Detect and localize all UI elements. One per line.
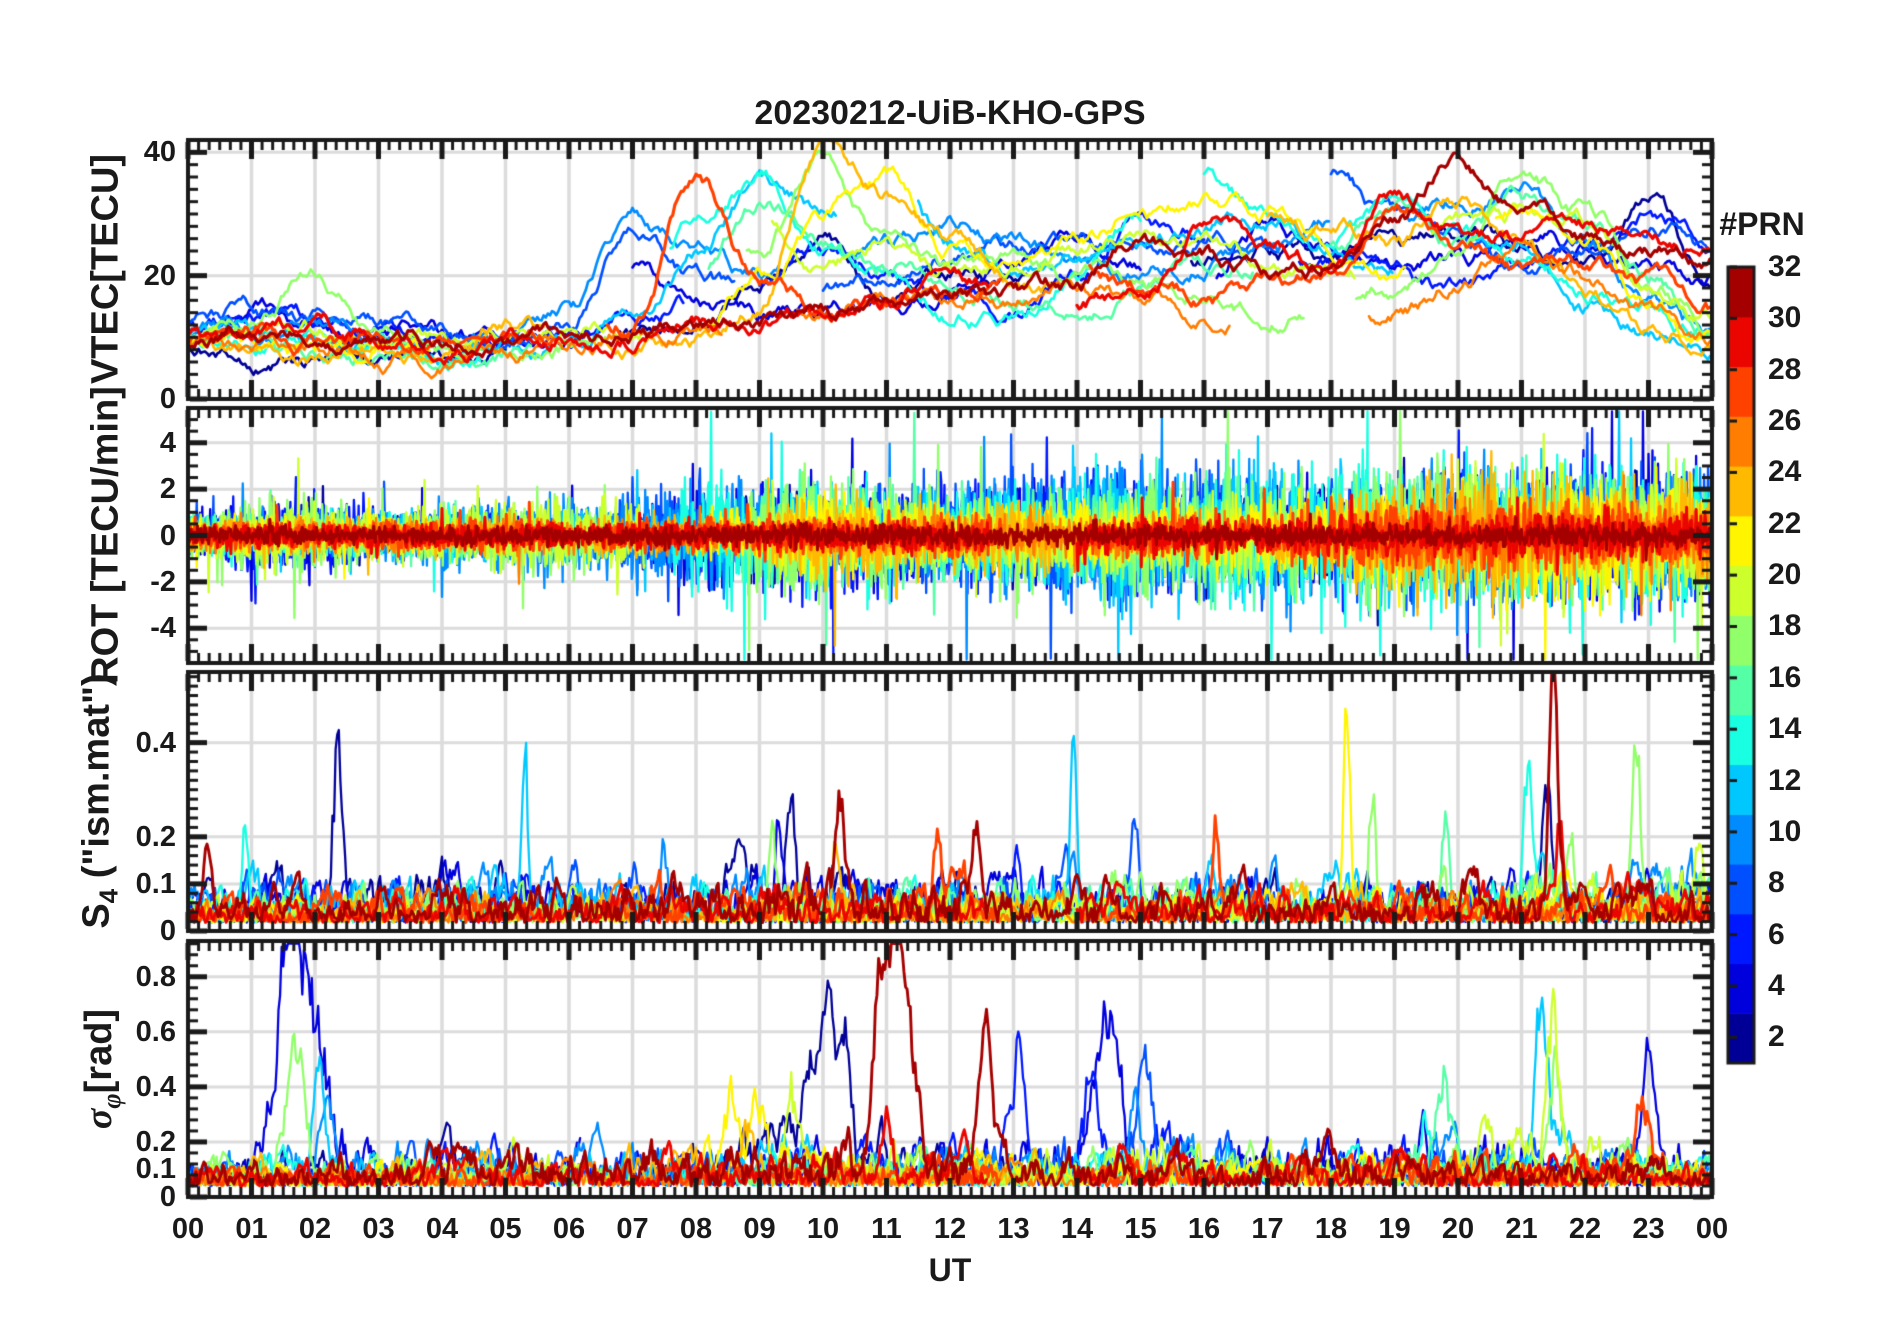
colorbar-tick-label-4: 4	[1768, 968, 1785, 1002]
colorbar-tick-label-10: 10	[1768, 814, 1802, 848]
colorbar-tick-label-8: 8	[1768, 866, 1785, 900]
y-tick-label-s4-0.4: 0.4	[135, 726, 176, 759]
y-tick-label-s4-0.1: 0.1	[135, 867, 176, 900]
x-axis-label: UT	[928, 1252, 972, 1288]
colorbar-tick-label-20: 20	[1768, 558, 1802, 592]
y-tick-label-sigma_phi-0.6: 0.6	[135, 1015, 176, 1048]
colorbar-tick-label-28: 28	[1768, 352, 1802, 386]
colorbar-tick-label-14: 14	[1768, 712, 1802, 746]
y-tick-label-vtec-0: 0	[159, 383, 176, 415]
colorbar-tick-label-30: 30	[1768, 301, 1802, 335]
y-tick-label-sigma_phi-0.2: 0.2	[135, 1125, 176, 1158]
colorbar-tick-label-22: 22	[1768, 506, 1802, 540]
y-tick-label-rot--2: -2	[150, 565, 176, 598]
colorbar-tick-label-6: 6	[1768, 917, 1785, 951]
y-tick-label-s4-0: 0	[159, 915, 176, 947]
y-tick-label-vtec-40: 40	[143, 136, 176, 169]
plot-canvas	[0, 0, 1902, 1330]
y-tick-label-rot-0: 0	[159, 519, 176, 552]
y-tick-label-rot-2: 2	[159, 473, 176, 506]
colorbar-tick-label-2: 2	[1768, 1020, 1785, 1054]
y-tick-label-sigma_phi-0.4: 0.4	[135, 1070, 176, 1103]
colorbar-tick-label-16: 16	[1768, 660, 1802, 694]
gps-scintillation-figure: 20230212-UiB-KHO-GPS VTEC[TECU] ROT [TEC…	[0, 0, 1902, 1330]
chart-title: 20230212-UiB-KHO-GPS	[754, 94, 1146, 132]
y-tick-label-s4-0.2: 0.2	[135, 820, 176, 853]
y-tick-label-rot-4: 4	[159, 426, 176, 459]
colorbar-tick-label-24: 24	[1768, 455, 1802, 489]
colorbar-tick-label-26: 26	[1768, 404, 1802, 438]
y-tick-label-sigma_phi-0.8: 0.8	[135, 960, 176, 993]
colorbar-tick-label-12: 12	[1768, 763, 1802, 797]
y-tick-label-rot--4: -4	[150, 612, 176, 645]
colorbar-tick-label-32: 32	[1768, 250, 1802, 283]
colorbar-title: #PRN	[1719, 206, 1805, 242]
colorbar-tick-label-18: 18	[1768, 609, 1802, 643]
x-tick-label-24: 00	[1695, 1213, 1729, 1245]
s4-axis-label-post: ("ism.mat")	[75, 673, 118, 889]
y-tick-label-vtec-20: 20	[143, 259, 176, 292]
